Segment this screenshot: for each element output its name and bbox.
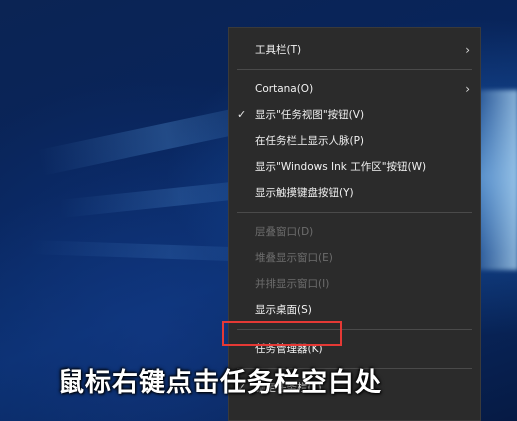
menu-item-label: 并排显示窗口(I) — [255, 278, 330, 290]
menu-separator — [237, 212, 472, 213]
chevron-right-icon: › — [465, 43, 470, 57]
menu-item-label: 层叠窗口(D) — [255, 226, 314, 238]
menu-item-toolbars[interactable]: 工具栏(T) › — [229, 37, 480, 63]
menu-item-show-desktop[interactable]: 显示桌面(S) — [229, 297, 480, 323]
menu-item-side-by-side-windows: 并排显示窗口(I) — [229, 271, 480, 297]
menu-item-show-people[interactable]: 在任务栏上显示人脉(P) — [229, 128, 480, 154]
chevron-right-icon: › — [465, 82, 470, 96]
menu-item-label: 显示"Windows Ink 工作区"按钮(W) — [255, 161, 427, 173]
menu-item-cortana[interactable]: Cortana(O) › — [229, 76, 480, 102]
menu-separator — [237, 69, 472, 70]
menu-item-show-touch-keyboard-button[interactable]: 显示触摸键盘按钮(Y) — [229, 180, 480, 206]
menu-item-label: 显示"任务视图"按钮(V) — [255, 109, 365, 121]
menu-item-label: 在任务栏上显示人脉(P) — [255, 135, 365, 147]
menu-item-label: 显示桌面(S) — [255, 304, 312, 316]
menu-item-show-windows-ink-button[interactable]: 显示"Windows Ink 工作区"按钮(W) — [229, 154, 480, 180]
menu-item-label: 堆叠显示窗口(E) — [255, 252, 333, 264]
menu-item-label: 工具栏(T) — [255, 44, 302, 56]
task-manager-highlight-box — [222, 321, 342, 346]
menu-item-label: Cortana(O) — [255, 83, 314, 95]
menu-item-stack-windows: 堆叠显示窗口(E) — [229, 245, 480, 271]
checkmark-icon: ✓ — [237, 108, 247, 121]
desktop-wallpaper: 工具栏(T) › Cortana(O) › ✓ 显示"任务视图"按钮(V) 在任… — [0, 0, 517, 421]
menu-item-cascade-windows: 层叠窗口(D) — [229, 219, 480, 245]
menu-item-label: 显示触摸键盘按钮(Y) — [255, 187, 354, 199]
menu-item-show-task-view-button[interactable]: ✓ 显示"任务视图"按钮(V) — [229, 102, 480, 128]
subtitle-caption: 鼠标右键点击任务栏空白处 — [58, 368, 383, 398]
wallpaper-window-glow — [478, 90, 517, 270]
